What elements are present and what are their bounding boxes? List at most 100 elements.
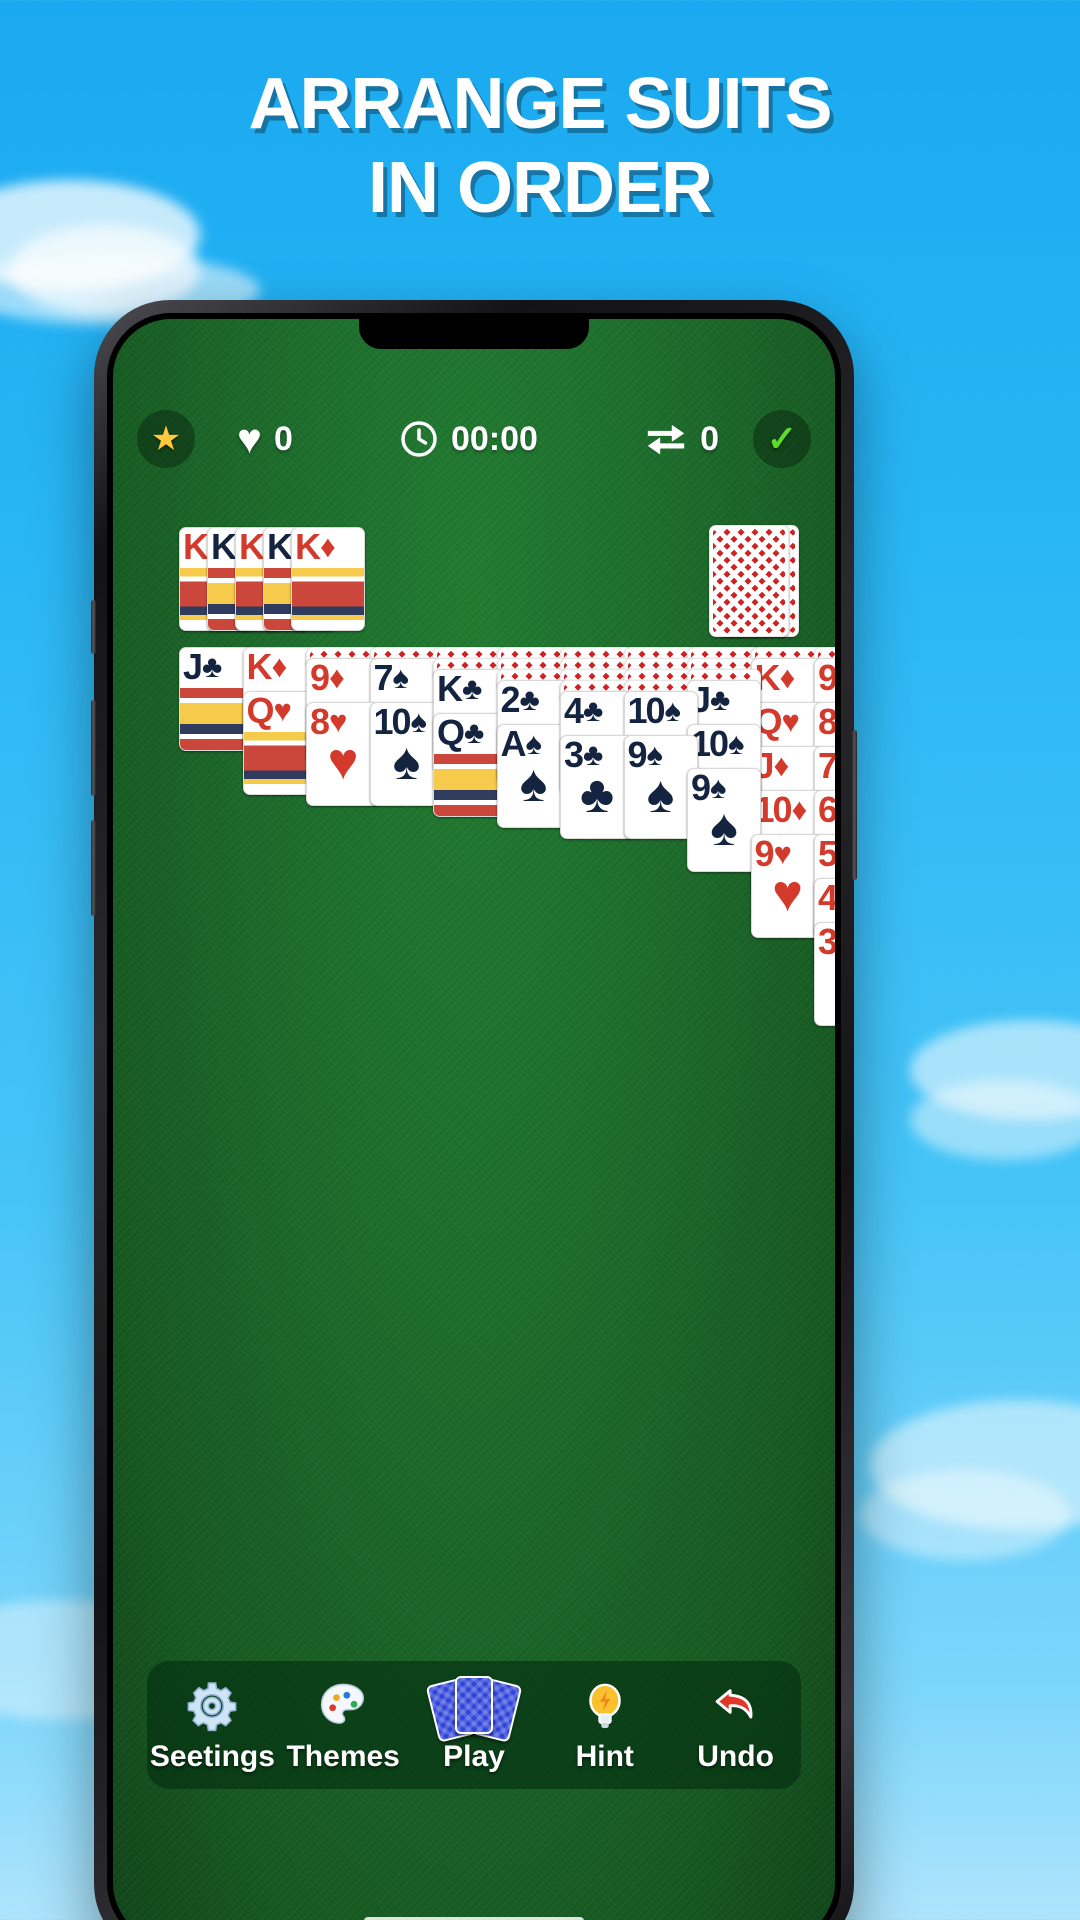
- tableau-card[interactable]: 8 ♥ ♥: [306, 702, 380, 806]
- card-suit: ♣: [464, 715, 485, 750]
- card-rank: J: [183, 647, 203, 687]
- card-center-suit: ♠: [646, 766, 675, 825]
- settings-button[interactable]: Seetings: [149, 1676, 275, 1774]
- card-rank: 9: [818, 658, 835, 698]
- play-label: Play: [443, 1740, 505, 1773]
- card-corner: 10 ♠: [691, 725, 745, 764]
- card-corner: K ♦: [246, 647, 288, 687]
- heart-icon: ♥: [237, 415, 262, 462]
- card-corner: 9♦: [818, 658, 835, 698]
- card-rank: K: [211, 527, 237, 567]
- card-suit: ♣: [583, 693, 604, 728]
- card-suit: ♠: [728, 726, 745, 761]
- phone-mute-switch: [91, 600, 96, 654]
- card-rank: 7: [373, 658, 394, 698]
- phone-volume-up-button: [91, 700, 96, 796]
- phone-mockup: ★ ♥ 0 00:00 0 ✓ K K K K K ♦ J ♣ K ♦ Q ♥ …: [91, 300, 857, 1920]
- hearts-value: 0: [273, 419, 293, 458]
- card-suit: ♠: [392, 660, 409, 695]
- card-corner: 10 ♠: [628, 692, 682, 731]
- card-rank: 8: [310, 702, 330, 742]
- card-rank: 9: [691, 768, 711, 808]
- moves-stat: 0: [644, 419, 719, 459]
- card-corner: Q ♥: [247, 692, 292, 731]
- card-center-suit: ♥: [772, 865, 803, 924]
- card-suit: ♣: [462, 671, 483, 706]
- swap-arrows-icon: [644, 419, 688, 459]
- stock-pile-card[interactable]: [709, 525, 789, 637]
- card-corner: 7 ♠: [373, 658, 410, 698]
- card-suit: ♠: [664, 693, 682, 728]
- gear-icon: [185, 1676, 239, 1736]
- card-corner: 10 ♦: [755, 791, 808, 830]
- themes-button[interactable]: Themes: [281, 1676, 405, 1774]
- hearts-stat: ♥ 0: [237, 418, 293, 460]
- bottom-toolbar: Seetings Themes Play Hint Undo: [147, 1661, 801, 1789]
- phone-bezel: ★ ♥ 0 00:00 0 ✓ K K K K K ♦ J ♣ K ♦ Q ♥ …: [107, 313, 841, 1920]
- play-card-center: [454, 1676, 493, 1734]
- card-rank: 3: [818, 922, 835, 962]
- card-suit: ♦: [773, 748, 790, 783]
- lightbulb-icon: [579, 1676, 631, 1736]
- court-figure: [292, 568, 364, 630]
- card-rank: 4: [818, 878, 835, 918]
- settings-label: Seetings: [149, 1740, 275, 1773]
- tableau-card[interactable]: J ♣: [179, 647, 253, 751]
- hint-button[interactable]: Hint: [543, 1676, 667, 1774]
- card-suit: ♦: [791, 792, 808, 827]
- palette-icon: [316, 1676, 370, 1736]
- card-rank: 5: [818, 834, 835, 874]
- card-rank: 2: [500, 680, 521, 720]
- card-rank: K: [267, 527, 293, 567]
- card-center-suit: ♠: [392, 733, 421, 792]
- timer-value: 00:00: [450, 419, 538, 458]
- game-screen: ★ ♥ 0 00:00 0 ✓ K K K K K ♦ J ♣ K ♦ Q ♥ …: [113, 319, 835, 1920]
- tableau-card[interactable]: 3♥♥: [814, 922, 835, 1026]
- cloud-decoration: [860, 1470, 1070, 1560]
- headline-line-1: ARRANGE SUITS: [248, 64, 832, 144]
- court-figure: [243, 732, 316, 794]
- promo-headline: ARRANGE SUITS IN ORDER: [0, 62, 1080, 230]
- card-corner: 9♦: [310, 658, 345, 698]
- confirm-button[interactable]: ✓: [753, 410, 811, 468]
- cloud-decoration: [910, 1080, 1080, 1160]
- phone-volume-down-button: [91, 820, 96, 916]
- card-rank: 6: [818, 790, 835, 830]
- card-rank: 8: [818, 702, 835, 742]
- star-icon: ★: [150, 420, 182, 458]
- card-rank: K: [239, 527, 265, 567]
- card-corner: Q ♥: [755, 703, 800, 742]
- game-hud: ★ ♥ 0 00:00 0 ✓: [113, 407, 835, 471]
- undo-button[interactable]: Undo: [674, 1676, 798, 1774]
- card-corner: 7♦: [818, 747, 835, 786]
- tableau-card[interactable]: 3 ♣ ♣: [560, 735, 634, 839]
- foundation-card[interactable]: K ♦: [291, 527, 365, 631]
- card-rank: 9: [310, 658, 330, 698]
- themes-label: Themes: [286, 1740, 400, 1773]
- card-suit: ♥: [273, 693, 292, 728]
- card-rank: K: [246, 647, 273, 687]
- card-rank: K: [183, 527, 209, 567]
- score-star-button[interactable]: ★: [137, 410, 195, 468]
- card-suit: ♦: [271, 649, 288, 684]
- clock-icon: [399, 419, 439, 459]
- card-corner: K♣: [437, 670, 483, 709]
- card-suit: ♣: [519, 682, 540, 717]
- card-center-suit: ♥: [327, 733, 359, 792]
- tableau-card[interactable]: Q ♣: [433, 713, 507, 817]
- card-corner: J ♣: [183, 647, 223, 687]
- phone-notch: [359, 319, 589, 349]
- card-suit: ♦: [329, 660, 345, 695]
- moves-value: 0: [700, 419, 719, 458]
- play-button[interactable]: Play: [412, 1676, 536, 1774]
- timer-stat: 00:00: [399, 419, 538, 459]
- card-corner: K ♦: [295, 528, 336, 567]
- card-corner: 5♦: [818, 834, 835, 874]
- tableau-card[interactable]: 9 ♠ ♠: [687, 768, 761, 872]
- card-corner: 4 ♣: [564, 691, 604, 731]
- card-suit: ♣: [202, 649, 223, 684]
- card-suit: ♦: [320, 529, 336, 564]
- card-rank: 4: [564, 691, 584, 731]
- card-center-suit: ♠: [519, 755, 548, 814]
- card-rank: 9: [754, 834, 775, 874]
